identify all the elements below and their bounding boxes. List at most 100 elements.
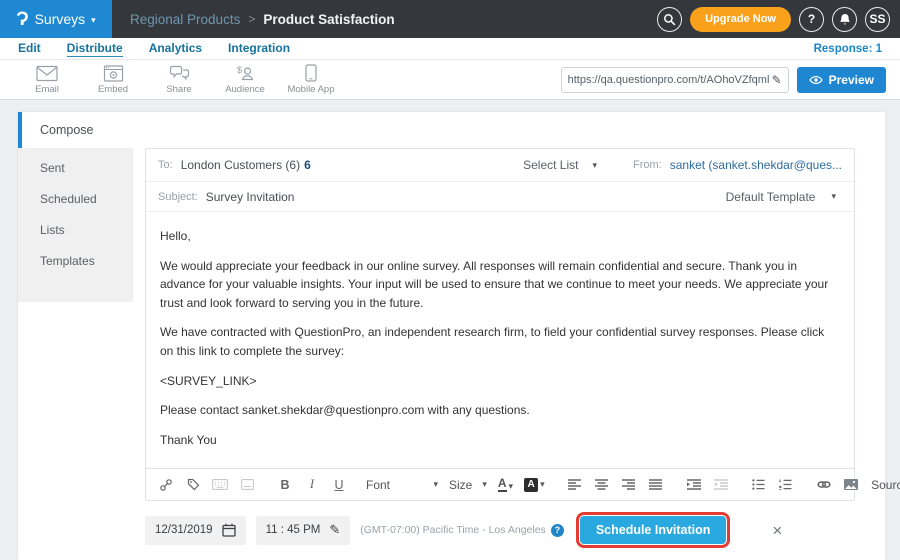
schedule-invitation-button[interactable]: Schedule Invitation bbox=[580, 516, 727, 544]
insert-image-button[interactable] bbox=[843, 475, 859, 495]
chain-link-icon bbox=[160, 479, 172, 491]
bulleted-list-button[interactable] bbox=[751, 475, 767, 495]
select-list-dropdown[interactable]: Select List ▾ bbox=[523, 158, 597, 172]
channel-label: Audience bbox=[225, 84, 265, 95]
outdent-icon bbox=[714, 479, 728, 490]
preview-label: Preview bbox=[829, 73, 874, 87]
channel-label: Share bbox=[166, 84, 191, 95]
sidebar-item-templates[interactable]: Templates bbox=[18, 245, 133, 276]
survey-subnav: Edit Distribute Analytics Integration Re… bbox=[0, 38, 900, 60]
channel-embed[interactable]: Embed bbox=[80, 65, 146, 95]
insert-field-button bbox=[239, 475, 255, 495]
email-body-editor[interactable]: Hello, We would appreciate your feedback… bbox=[146, 212, 854, 468]
email-distribution-card: Compose Sent Scheduled Lists Templates T… bbox=[18, 112, 885, 560]
formatting-toolbar: B I U Font ▾ Size ▾ A ▾ A ▾ bbox=[146, 468, 854, 500]
timezone-help-icon[interactable]: ? bbox=[551, 524, 564, 537]
italic-button[interactable]: I bbox=[304, 475, 320, 495]
align-left-icon bbox=[568, 479, 581, 490]
align-right-button[interactable] bbox=[621, 475, 637, 495]
notifications-button[interactable] bbox=[832, 7, 857, 32]
field-box-icon bbox=[241, 479, 254, 490]
subject-input[interactable]: Survey Invitation bbox=[206, 190, 295, 204]
link-oval-icon bbox=[817, 480, 831, 489]
align-center-button[interactable] bbox=[594, 475, 610, 495]
search-button[interactable] bbox=[657, 7, 682, 32]
source-button[interactable]: Source bbox=[881, 475, 897, 495]
body-paragraph: Hello, bbox=[160, 227, 840, 246]
to-row: To: London Customers (6) 6 Select List ▾… bbox=[146, 149, 854, 182]
text-color-button[interactable]: A ▾ bbox=[498, 477, 513, 493]
channel-email[interactable]: Email bbox=[14, 65, 80, 95]
tab-analytics[interactable]: Analytics bbox=[149, 41, 202, 56]
increase-indent-button[interactable] bbox=[686, 475, 702, 495]
email-editor: To: London Customers (6) 6 Select List ▾… bbox=[145, 148, 855, 501]
tab-integration[interactable]: Integration bbox=[228, 41, 290, 56]
font-family-dropdown[interactable]: Font ▾ bbox=[366, 478, 438, 492]
sidebar-item-label: Scheduled bbox=[40, 192, 97, 206]
justify-button[interactable] bbox=[648, 475, 664, 495]
schedule-date-picker[interactable]: 12/31/2019 bbox=[145, 516, 246, 545]
bold-button[interactable]: B bbox=[277, 475, 293, 495]
underline-button[interactable]: U bbox=[331, 475, 347, 495]
sidebar-item-compose[interactable]: Compose bbox=[18, 112, 133, 148]
share-bubbles-icon bbox=[169, 65, 190, 82]
breadcrumb-folder[interactable]: Regional Products bbox=[130, 12, 240, 27]
sidebar-item-lists[interactable]: Lists bbox=[18, 214, 133, 245]
text-color-label: A bbox=[498, 477, 507, 493]
tab-edit[interactable]: Edit bbox=[18, 41, 41, 56]
justify-icon bbox=[649, 479, 662, 490]
svg-text:$: $ bbox=[237, 65, 242, 75]
body-paragraph: We have contracted with QuestionPro, an … bbox=[160, 323, 840, 360]
numbered-list-button[interactable] bbox=[778, 475, 794, 495]
survey-url-input[interactable] bbox=[568, 74, 772, 86]
body-paragraph: We would appreciate your feedback in our… bbox=[160, 257, 840, 313]
subject-row: Subject: Survey Invitation Default Templ… bbox=[146, 182, 854, 212]
sidebar-item-sent[interactable]: Sent bbox=[18, 152, 133, 183]
align-left-button[interactable] bbox=[567, 475, 583, 495]
merge-tag-button[interactable] bbox=[185, 475, 201, 495]
calendar-icon bbox=[222, 523, 236, 537]
chevron-down-icon: ▾ bbox=[433, 479, 438, 490]
background-color-button[interactable]: A ▾ bbox=[524, 478, 545, 492]
to-recipients[interactable]: London Customers (6) bbox=[181, 158, 300, 172]
response-count[interactable]: Response: 1 bbox=[814, 43, 882, 55]
timezone-info: (GMT-07:00) Pacific Time - Los Angeles ? bbox=[360, 524, 564, 537]
sidebar-item-scheduled[interactable]: Scheduled bbox=[18, 183, 133, 214]
keyboard-button bbox=[212, 475, 228, 495]
align-center-icon bbox=[595, 479, 608, 490]
channel-mobile-app[interactable]: Mobile App bbox=[278, 64, 344, 95]
channel-audience[interactable]: $ Audience bbox=[212, 65, 278, 95]
chevron-down-icon: ▾ bbox=[482, 479, 487, 490]
template-dropdown[interactable]: Default Template ▾ bbox=[726, 190, 836, 204]
survey-url-field[interactable]: ✎ bbox=[561, 67, 789, 93]
annotation-highlight-ring: Schedule Invitation bbox=[576, 512, 731, 548]
preview-button[interactable]: Preview bbox=[797, 67, 886, 93]
email-envelope-icon bbox=[36, 65, 58, 82]
upgrade-now-button[interactable]: Upgrade Now bbox=[690, 7, 791, 32]
align-right-icon bbox=[622, 479, 635, 490]
breadcrumb: Regional Products > Product Satisfaction bbox=[130, 12, 395, 27]
body-paragraph: Thank You bbox=[160, 431, 840, 450]
product-switcher[interactable]: Ɂ Surveys ▾ bbox=[0, 0, 112, 38]
channel-label: Mobile App bbox=[287, 84, 334, 95]
schedule-time-picker[interactable]: 11 : 45 PM ✎ bbox=[256, 516, 351, 545]
edit-url-icon[interactable]: ✎ bbox=[772, 73, 782, 87]
channel-share[interactable]: Share bbox=[146, 65, 212, 95]
tab-distribute[interactable]: Distribute bbox=[67, 41, 123, 57]
close-icon[interactable]: × bbox=[772, 522, 782, 539]
header-actions: Upgrade Now ? SS bbox=[657, 0, 890, 38]
user-avatar[interactable]: SS bbox=[865, 7, 890, 32]
from-address[interactable]: sanket (sanket.shekdar@ques... bbox=[670, 158, 842, 172]
font-size-dropdown[interactable]: Size ▾ bbox=[449, 478, 487, 492]
recipient-count[interactable]: 6 bbox=[304, 158, 311, 172]
chevron-down-icon: ▾ bbox=[540, 479, 545, 490]
hyperlink-button[interactable] bbox=[816, 475, 832, 495]
help-button[interactable]: ? bbox=[799, 7, 824, 32]
bullet-list-icon bbox=[752, 479, 765, 490]
schedule-date-value: 12/31/2019 bbox=[155, 524, 213, 536]
size-label: Size bbox=[449, 478, 472, 492]
mobile-phone-icon bbox=[305, 64, 317, 82]
schedule-controls: 12/31/2019 11 : 45 PM ✎ (GMT-07:00) Paci… bbox=[145, 513, 782, 547]
sidebar-item-label: Lists bbox=[40, 223, 65, 237]
insert-link-button[interactable] bbox=[158, 475, 174, 495]
